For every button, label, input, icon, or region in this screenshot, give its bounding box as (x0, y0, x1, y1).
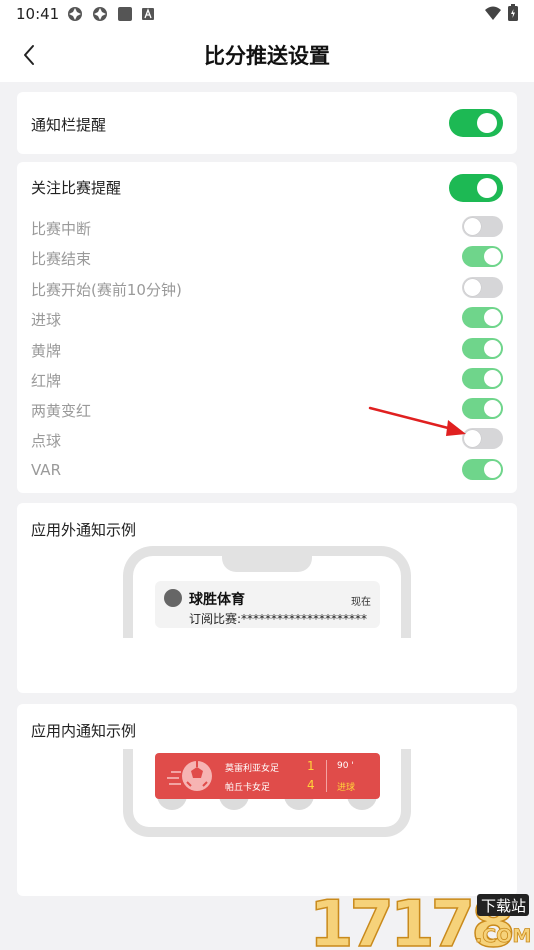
yellow-card-toggle[interactable] (462, 338, 503, 359)
toggle-knob (484, 400, 501, 417)
notification-preview: 球胜体育 现在 订阅比赛:********************* (155, 581, 380, 628)
var-toggle[interactable] (462, 459, 503, 480)
notification-body: 订阅比赛:********************* (189, 612, 368, 626)
match-minute: 90 ' (337, 761, 354, 771)
follow-match-label: 关注比赛提醒 (31, 179, 122, 197)
var-label: VAR (31, 461, 61, 479)
home-score: 1 (307, 759, 315, 773)
match-start-toggle[interactable] (462, 277, 503, 298)
battery-icon (508, 4, 518, 21)
app-icon (164, 589, 182, 607)
toggle-knob (477, 178, 497, 198)
site-watermark-logo: 17178 下载站 .COM (308, 890, 531, 948)
penalty-label: 点球 (31, 432, 62, 450)
outside-example-title: 应用外通知示例 (31, 521, 137, 539)
notification-bar-toggle[interactable] (449, 109, 503, 137)
outside-example-card: 应用外通知示例 球胜体育 现在 订阅比赛:*******************… (17, 503, 517, 693)
toggle-knob (484, 309, 501, 326)
red-card-toggle[interactable] (462, 368, 503, 389)
follow-match-toggle[interactable] (449, 174, 503, 202)
wifi-icon (485, 6, 501, 20)
svg-text:下载站: 下载站 (481, 897, 526, 915)
notification-bar-label: 通知栏提醒 (31, 116, 107, 134)
toggle-knob (477, 113, 497, 133)
divider (326, 760, 327, 792)
interruption-toggle[interactable] (462, 216, 503, 237)
toggle-knob (484, 461, 501, 478)
toggle-knob (484, 248, 501, 265)
toggle-knob (464, 279, 481, 296)
toggle-knob (484, 370, 501, 387)
home-team: 莫雷利亚女足 (225, 764, 280, 774)
red-card-label: 红牌 (31, 372, 62, 390)
status-time: 10:41 (16, 5, 60, 23)
yellow-card-label: 黄牌 (31, 342, 62, 360)
match-start-label: 比赛开始(赛前10分钟) (31, 281, 182, 299)
app-notification-icon (68, 7, 82, 21)
app-notification-icon (93, 7, 107, 21)
inside-example-title: 应用内通知示例 (31, 722, 137, 740)
notification-bar-card: 通知栏提醒 (17, 92, 517, 154)
away-team: 帕丘卡女足 (225, 783, 271, 793)
interruption-label: 比赛中断 (31, 220, 92, 238)
notification-time: 现在 (351, 597, 371, 608)
soccer-ball-icon (167, 761, 212, 791)
a-notification-icon (142, 8, 154, 20)
annotation-arrow (368, 406, 466, 436)
goal-label: 进球 (31, 311, 62, 329)
goal-toggle[interactable] (462, 307, 503, 328)
svg-text:.COM: .COM (475, 925, 531, 947)
second-yellow-label: 两黄变红 (31, 402, 92, 420)
toggle-knob (484, 340, 501, 357)
match-end-toggle[interactable] (462, 246, 503, 267)
page-title: 比分推送设置 (204, 44, 330, 68)
status-bar: 10:41 (0, 0, 534, 28)
follow-match-card: 关注比赛提醒 比赛中断 比赛结束 比赛开始(赛前10分钟) 进球 黄牌 红牌 两… (17, 162, 517, 493)
phone-notch (222, 546, 312, 572)
inside-example-card: 应用内通知示例 莫雷利亚女足 帕丘卡女足 1 4 90 ' 进球 (17, 704, 517, 896)
app-header: 比分推送设置 (0, 28, 534, 82)
notification-app-name: 球胜体育 (189, 592, 245, 608)
goal-notification-banner: 莫雷利亚女足 帕丘卡女足 1 4 90 ' 进球 (155, 753, 380, 799)
match-end-label: 比赛结束 (31, 250, 92, 268)
away-score: 4 (307, 778, 315, 792)
toggle-knob (464, 218, 481, 235)
square-notification-icon (118, 7, 132, 21)
match-event: 进球 (337, 783, 356, 793)
